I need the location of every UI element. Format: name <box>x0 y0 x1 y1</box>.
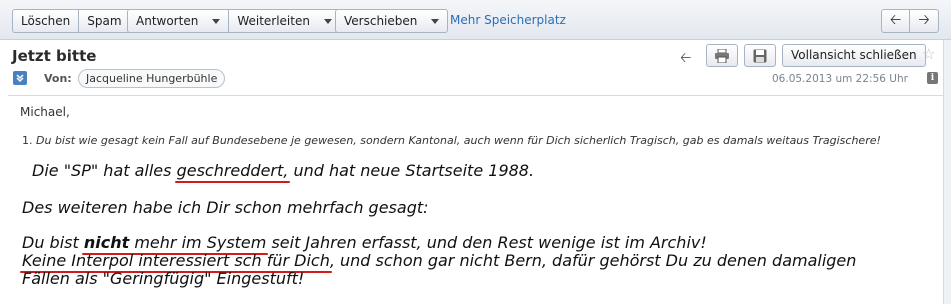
body-greeting: Michael, <box>20 105 70 119</box>
toolbar: Löschen Spam Antworten Weiterleiten Vers… <box>0 0 951 40</box>
floppy-disk-icon <box>753 49 767 62</box>
from-label: Von: <box>44 72 72 85</box>
previous-message-button[interactable]: 🡠 <box>882 10 911 32</box>
header-divider <box>8 95 943 96</box>
expand-header-icon[interactable] <box>13 71 27 85</box>
point-text: Du bist wie gesagt kein Fall auf Bundese… <box>36 134 881 147</box>
save-button[interactable] <box>744 44 776 67</box>
chevron-down-icon <box>212 18 221 24</box>
info-icon[interactable]: i <box>927 72 938 84</box>
point-number: 1. <box>22 134 33 147</box>
text-segment: Die "SP" hat alles <box>32 161 177 180</box>
body-line-4: Keine Interpol interessiert sch für Dich… <box>22 251 856 270</box>
chevron-down-icon <box>431 18 440 24</box>
spam-button[interactable]: Spam <box>79 10 129 32</box>
underlined-text: geschreddert, <box>176 161 289 180</box>
text-segment: Du bist <box>22 233 84 252</box>
star-icon[interactable]: ☆ <box>922 45 935 63</box>
double-chevron-down-icon <box>16 74 24 83</box>
message-date: 06.05.2013 um 22:56 Uhr <box>772 73 908 85</box>
scrollbar-track[interactable] <box>943 40 951 304</box>
next-message-button[interactable]: 🡢 <box>910 10 938 32</box>
chevron-down-icon <box>323 18 332 24</box>
close-fullview-button[interactable]: Vollansicht schließen <box>782 44 926 67</box>
message-nav-group: 🡠 🡢 <box>881 9 939 33</box>
printer-icon <box>715 48 729 63</box>
reply-arrow-icon[interactable]: 🡠 <box>680 47 691 71</box>
body-line-2: Des weiteren habe ich Dir schon mehrfach… <box>22 198 429 217</box>
delete-spam-group: Löschen Spam <box>12 9 131 33</box>
reply-label: Antworten <box>136 14 199 28</box>
body-line-5: Fällen als "Geringfügig" Eingestuft! <box>22 269 305 288</box>
forward-button[interactable]: Weiterleiten <box>229 10 340 32</box>
body-point-1: 1. Du bist wie gesagt kein Fall auf Bund… <box>22 134 902 147</box>
underlined-text: Keine Interpol interessiert sch für Dich <box>22 251 330 270</box>
body-line-1: Die "SP" hat alles geschreddert, und hat… <box>32 161 534 180</box>
move-button[interactable]: Verschieben <box>336 10 447 32</box>
sender-chip[interactable]: Jacqueline Hungerbühle <box>78 69 226 88</box>
forward-label: Weiterleiten <box>237 14 310 28</box>
arrow-left-icon: 🡠 <box>889 12 902 28</box>
text-segment: , und schon gar nicht Bern, dafür gehörs… <box>329 251 857 270</box>
reply-forward-group: Antworten Weiterleiten <box>127 9 341 33</box>
body-line-3: Du bist nicht mehr im System seit Jahren… <box>22 233 707 252</box>
reply-button[interactable]: Antworten <box>128 10 230 32</box>
print-button[interactable] <box>706 44 738 67</box>
emphasis-text: nicht <box>83 233 130 252</box>
text-segment: seit Jahren erfasst, und den Rest wenige… <box>266 233 707 252</box>
arrow-right-icon: 🡢 <box>918 12 930 28</box>
message-subject: Jetzt bitte <box>12 47 97 65</box>
move-label: Verschieben <box>344 14 418 28</box>
more-storage-link[interactable]: Mehr Speicherplatz <box>450 13 566 27</box>
move-group: Verschieben <box>335 9 449 33</box>
delete-button[interactable]: Löschen <box>13 10 80 32</box>
text-segment: und hat neue Startseite 1988. <box>288 161 535 180</box>
text-segment: mehr im System <box>129 233 267 252</box>
underlined-text: nicht mehr im System <box>84 233 267 252</box>
